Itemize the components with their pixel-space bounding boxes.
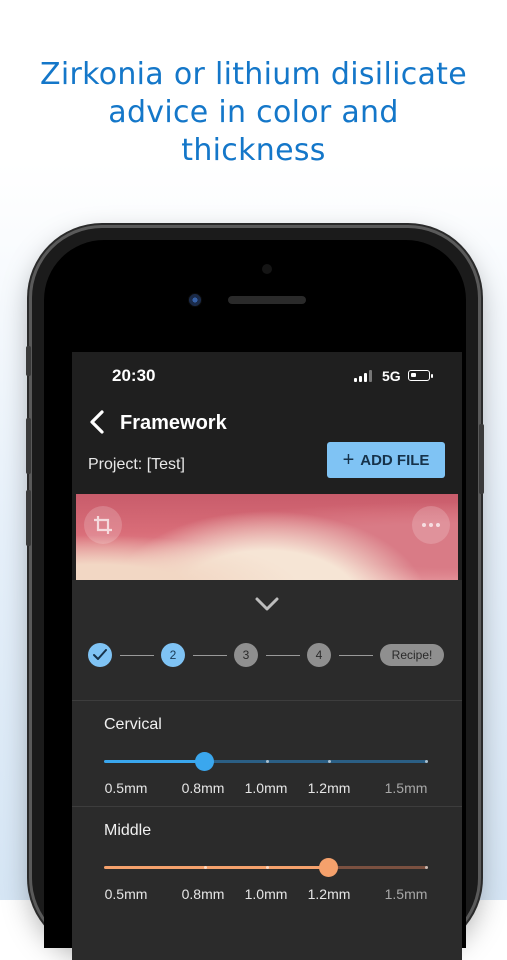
tick-label: 1.0mm <box>244 780 288 796</box>
step-4[interactable]: 4 <box>307 643 331 667</box>
step-3[interactable]: 3 <box>234 643 258 667</box>
headline-line: thickness <box>181 133 326 168</box>
add-file-label: ADD FILE <box>360 451 430 469</box>
collapse-panel-button[interactable] <box>252 594 282 614</box>
mute-switch <box>26 346 31 376</box>
step-number: 4 <box>315 648 323 662</box>
phone-bezel: 20:30 5G Framework Project: [Test] + ADD… <box>44 240 466 960</box>
tick-label: 0.5mm <box>104 780 148 796</box>
headline-line: Zirkonia or lithium disilicate <box>39 57 468 92</box>
headline-line: advice in color and <box>108 95 399 130</box>
proximity-sensor <box>262 264 272 274</box>
battery-icon <box>408 370 433 381</box>
section-divider <box>72 700 462 701</box>
chevron-down-icon <box>255 597 279 611</box>
step-number: 3 <box>242 648 250 662</box>
status-bar: 20:30 5G <box>72 352 462 392</box>
cervical-slider-thumb[interactable] <box>195 752 215 771</box>
chevron-left-icon <box>90 410 104 434</box>
tick-label: 1.2mm <box>307 780 351 796</box>
plus-icon: + <box>342 449 355 471</box>
slider-tick-labels: 0.5mm 0.8mm 1.0mm 1.2mm 1.5mm <box>72 780 462 798</box>
recipe-step-button[interactable]: Recipe! <box>380 644 444 666</box>
step-number: 2 <box>169 648 177 662</box>
step-connector <box>193 655 227 656</box>
cervical-slider-block: Cervical 0.5mm 0.8mm 1.0mm 1.2mm 1.5mm <box>72 716 462 806</box>
middle-slider-track[interactable] <box>104 858 428 877</box>
project-label: Project: [Test] <box>88 456 185 473</box>
track-stop <box>327 760 331 763</box>
track-stop <box>204 866 208 869</box>
step-2[interactable]: 2 <box>161 643 185 667</box>
page-title: Framework <box>120 412 227 434</box>
track-stop <box>424 866 428 869</box>
earpiece-speaker <box>228 296 306 304</box>
status-time: 20:30 <box>112 366 156 385</box>
signal-bars-icon <box>354 370 376 382</box>
track-stop <box>424 760 428 763</box>
step-1[interactable] <box>88 643 112 667</box>
cervical-slider-track[interactable] <box>104 752 428 771</box>
step-connector <box>266 655 300 656</box>
more-dots-icon <box>422 523 440 527</box>
middle-slider-thumb[interactable] <box>318 858 338 877</box>
nav-bar: Framework <box>72 400 462 444</box>
volume-down-button <box>26 490 31 546</box>
add-file-button[interactable]: + ADD FILE <box>327 442 445 478</box>
app-screen: 20:30 5G Framework Project: [Test] + ADD… <box>72 352 462 960</box>
teeth-photo[interactable] <box>76 494 458 580</box>
slider-label: Middle <box>104 822 152 839</box>
tick-label: 0.8mm <box>181 780 225 796</box>
slider-tick-labels: 0.5mm 0.8mm 1.0mm 1.2mm 1.5mm <box>72 886 462 904</box>
crop-icon <box>94 516 112 534</box>
progress-stepper: 2 3 4 Recipe! <box>72 640 462 670</box>
step-connector <box>339 655 373 656</box>
more-options-button[interactable] <box>412 506 450 544</box>
track-stop <box>266 760 269 763</box>
section-divider <box>72 806 462 807</box>
settings-panel: 2 3 4 Recipe! Cervical 0.5mm 0.8mm 1.0mm… <box>72 580 462 960</box>
slider-label: Cervical <box>104 716 162 733</box>
tick-label: 1.5mm <box>384 780 428 796</box>
volume-up-button <box>26 418 31 474</box>
check-icon <box>93 649 107 660</box>
middle-slider-block: Middle 0.5mm 0.8mm 1.0mm 1.2mm 1.5mm <box>72 822 462 912</box>
step-connector <box>120 655 154 656</box>
crop-button[interactable] <box>84 506 122 544</box>
network-label: 5G <box>382 368 401 384</box>
track-stop <box>266 866 269 869</box>
power-button <box>479 424 484 494</box>
front-camera <box>188 293 202 307</box>
marketing-headline: Zirkonia or lithium disilicate advice in… <box>0 56 507 170</box>
phone-frame: 20:30 5G Framework Project: [Test] + ADD… <box>26 228 484 960</box>
back-button[interactable] <box>86 408 110 436</box>
